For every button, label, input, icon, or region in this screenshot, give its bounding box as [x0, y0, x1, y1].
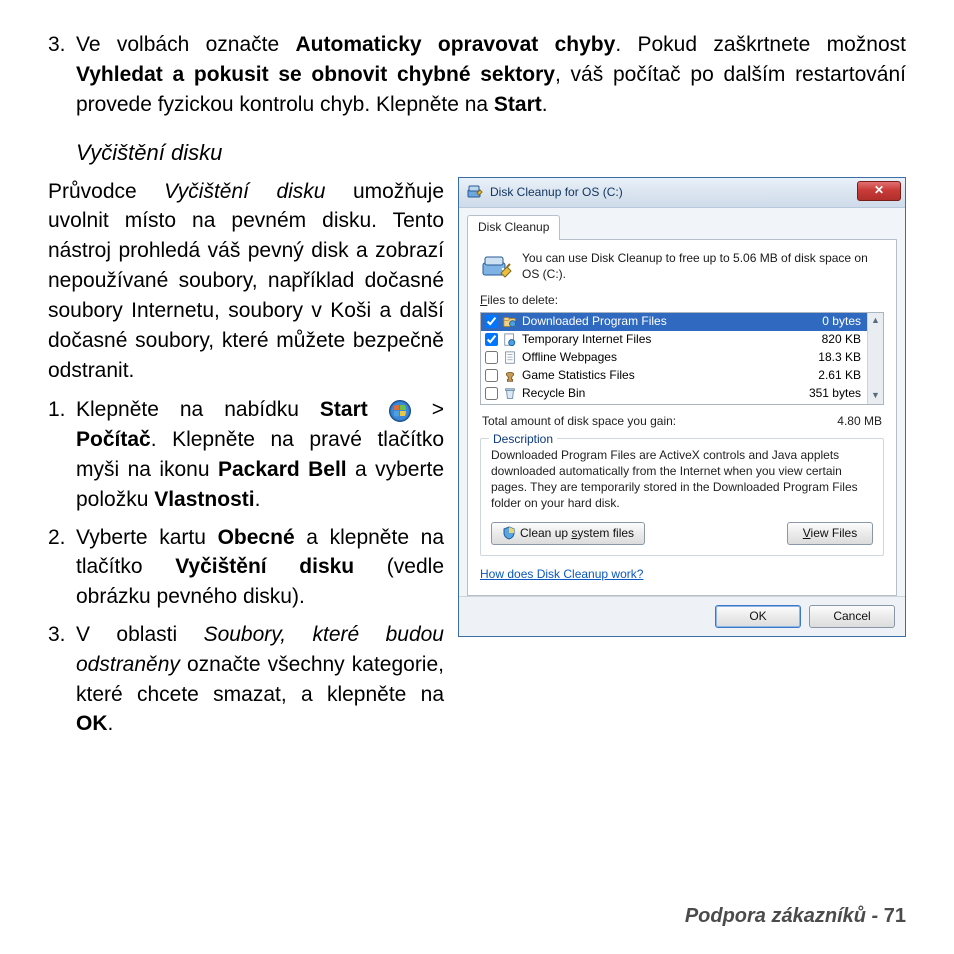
step-number: 3. [48, 30, 76, 119]
folder-globe-icon [502, 314, 518, 330]
file-checkbox[interactable] [485, 387, 498, 400]
dialog-footer: OK Cancel [459, 596, 905, 636]
scroll-down-icon[interactable]: ▼ [868, 388, 883, 404]
chess-icon [502, 368, 518, 384]
close-button[interactable]: ✕ [857, 181, 901, 201]
step-1: 1. Klepněte na nabídku Start > Počítač. … [48, 395, 444, 514]
file-name: Offline Webpages [522, 349, 801, 366]
file-name: Recycle Bin [522, 385, 801, 402]
step-3-top: 3. Ve volbách označte Automaticky opravo… [48, 30, 906, 119]
step-text: V oblasti Soubory, které budou odstraněn… [76, 620, 444, 739]
cancel-button[interactable]: Cancel [809, 605, 895, 628]
step-2: 2. Vyberte kartu Obecné a klepněte na tl… [48, 523, 444, 612]
dialog-titlebar[interactable]: Disk Cleanup for OS (C:) ✕ [459, 178, 905, 208]
description-group: Description Downloaded Program Files are… [480, 438, 884, 556]
files-to-delete-label: Files to delete: [480, 292, 884, 309]
page-footer: Podpora zákazníků - 71 [685, 902, 906, 930]
close-icon: ✕ [874, 182, 884, 199]
gain-label: Total amount of disk space you gain: [482, 413, 676, 430]
file-name: Temporary Internet Files [522, 331, 801, 348]
step-text: Klepněte na nabídku Start > Počítač. Kle… [76, 395, 444, 514]
step-text: Vyberte kartu Obecné a klepněte na tlačí… [76, 523, 444, 612]
description-text: Downloaded Program Files are ActiveX con… [491, 447, 873, 512]
file-size: 820 KB [801, 331, 867, 348]
intro-text: You can use Disk Cleanup to free up to 5… [522, 250, 884, 284]
harddisk-brush-icon [480, 250, 514, 284]
file-row[interactable]: Offline Webpages18.3 KB [481, 349, 867, 367]
file-checkbox[interactable] [485, 351, 498, 364]
gain-value: 4.80 MB [837, 413, 882, 430]
tab-disk-cleanup[interactable]: Disk Cleanup [467, 215, 560, 240]
page-globe-icon [502, 332, 518, 348]
bin-icon [502, 386, 518, 402]
subheading-disk-cleanup: Vyčištění disku [76, 137, 906, 168]
disk-cleanup-icon [466, 183, 484, 201]
disk-cleanup-dialog: Disk Cleanup for OS (C:) ✕ Disk Cleanup [458, 177, 906, 637]
file-row[interactable]: Game Statistics Files2.61 KB [481, 367, 867, 385]
footer-label: Podpora zákazníků - [685, 905, 878, 927]
file-row[interactable]: Temporary Internet Files820 KB [481, 331, 867, 349]
step-number: 2. [48, 523, 76, 612]
cleanup-system-files-button[interactable]: Clean up system files [491, 522, 645, 545]
description-legend: Description [489, 431, 557, 448]
scrollbar[interactable]: ▲ ▼ [867, 313, 883, 404]
file-size: 18.3 KB [801, 349, 867, 366]
file-checkbox[interactable] [485, 369, 498, 382]
file-row[interactable]: Downloaded Program Files0 bytes [481, 313, 867, 331]
file-checkbox[interactable] [485, 333, 498, 346]
page-icon [502, 350, 518, 366]
shield-icon [502, 526, 516, 540]
view-files-button[interactable]: View Files [787, 522, 873, 545]
how-does-disk-cleanup-work-link[interactable]: How does Disk Cleanup work? [480, 567, 643, 581]
tab-panel: You can use Disk Cleanup to free up to 5… [467, 239, 897, 596]
ok-button[interactable]: OK [715, 605, 801, 628]
step-text: Ve volbách označte Automaticky opravovat… [76, 30, 906, 119]
step-3: 3. V oblasti Soubory, které budou odstra… [48, 620, 444, 739]
file-row[interactable]: Recycle Bin351 bytes [481, 385, 867, 403]
files-listbox[interactable]: Downloaded Program Files0 bytesTemporary… [480, 312, 884, 405]
file-checkbox[interactable] [485, 315, 498, 328]
step-number: 1. [48, 395, 76, 514]
file-size: 2.61 KB [801, 367, 867, 384]
step-number: 3. [48, 620, 76, 739]
file-size: 0 bytes [801, 313, 867, 330]
file-name: Downloaded Program Files [522, 313, 801, 330]
dialog-title: Disk Cleanup for OS (C:) [490, 184, 623, 201]
file-name: Game Statistics Files [522, 367, 801, 384]
file-size: 351 bytes [801, 385, 867, 402]
scroll-up-icon[interactable]: ▲ [868, 313, 883, 329]
windows-start-icon [389, 400, 411, 422]
